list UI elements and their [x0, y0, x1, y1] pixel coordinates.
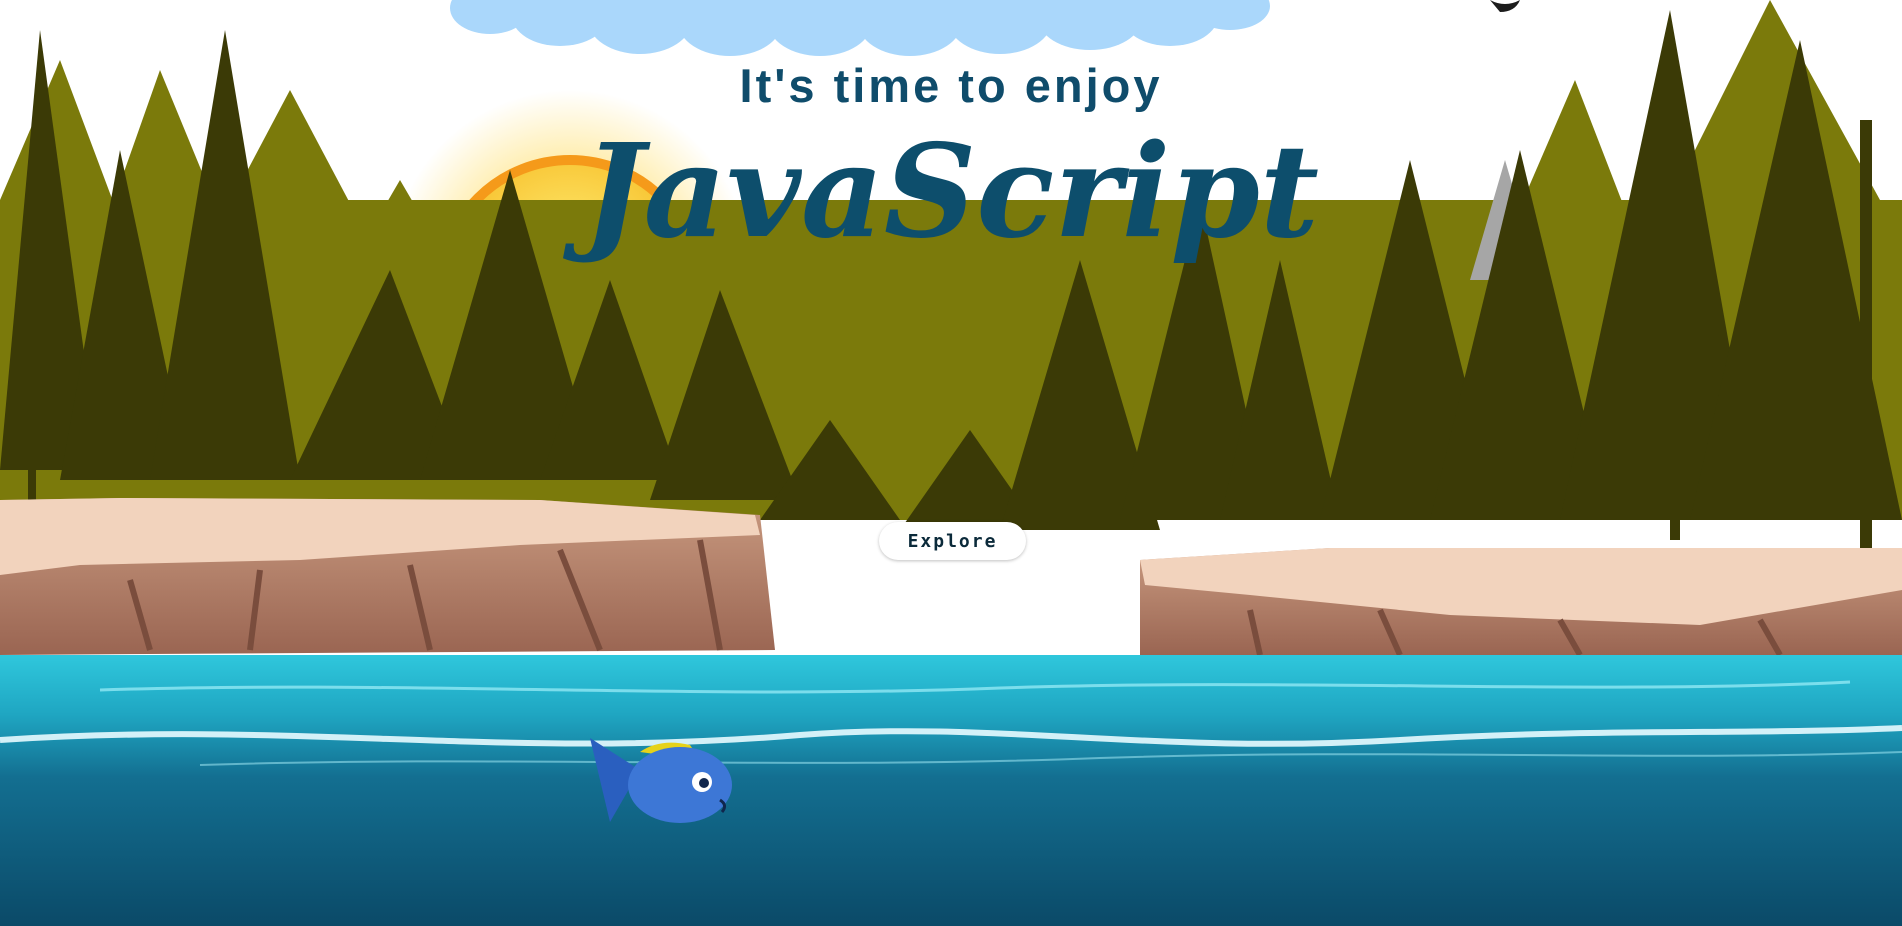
- right-cliff: [1140, 548, 1902, 657]
- bird-icon: [1490, 0, 1520, 12]
- explore-button[interactable]: Explore: [879, 522, 1026, 560]
- hero-subtitle: It's time to enjoy: [739, 59, 1163, 112]
- hero-scene: It's time to enjoy JavaScript Explore: [0, 0, 1902, 926]
- left-cliff: [0, 498, 775, 655]
- cloud-band: [450, 0, 1270, 56]
- lake: [0, 655, 1902, 926]
- hero-title: JavaScript: [583, 117, 1319, 267]
